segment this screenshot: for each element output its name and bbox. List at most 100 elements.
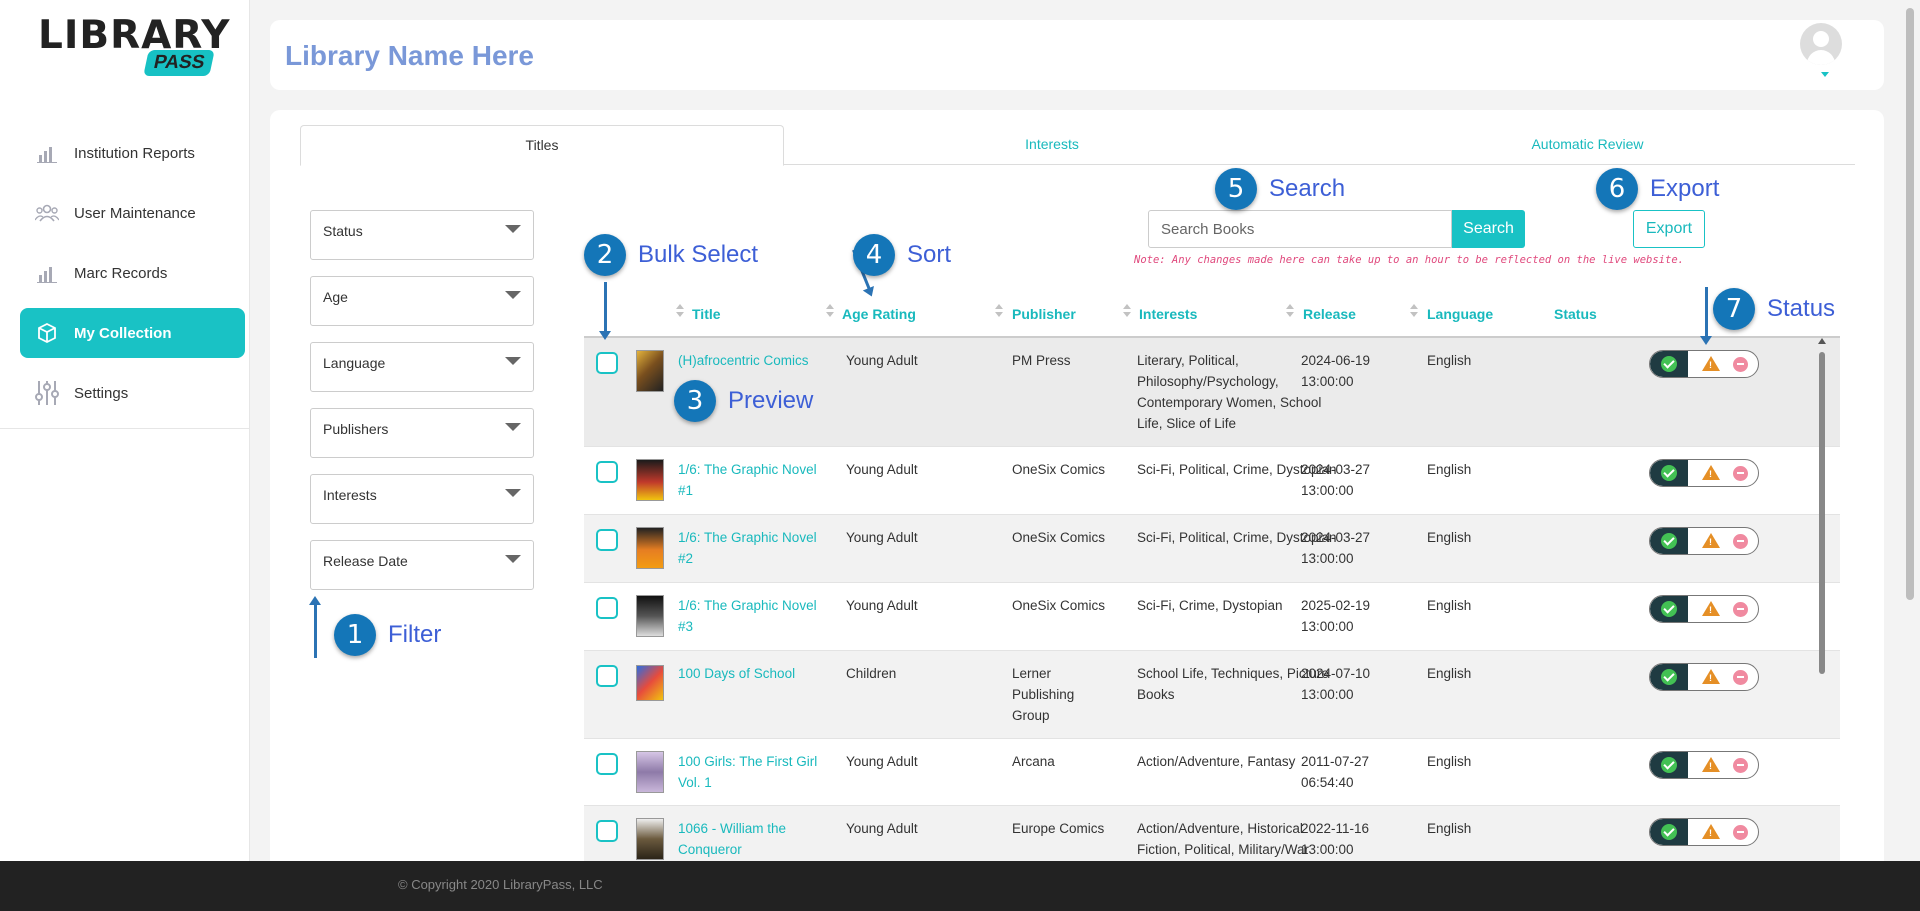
filter-publishers[interactable]: Publishers [310,408,534,458]
cover-thumbnail[interactable] [636,595,664,637]
row-checkbox[interactable] [596,753,618,775]
filter-interests[interactable]: Interests [310,474,534,524]
row-checkbox[interactable] [596,529,618,551]
tab-automatic-review[interactable]: Automatic Review [1320,125,1855,165]
page-scrollbar[interactable] [1906,8,1914,600]
check-circle-icon[interactable] [1661,669,1677,685]
filter-label: Age [323,289,348,305]
age-rating: Children [846,666,897,681]
sort-icon[interactable] [1123,304,1131,320]
row-checkbox[interactable] [596,820,618,842]
titles-table: Title Age Rating Publisher Interests Rel… [584,294,1840,866]
sort-icon[interactable] [676,304,684,320]
title-link[interactable]: 100 Days of School [678,663,828,684]
title-link[interactable]: 1066 - William the Conqueror [678,818,828,860]
row-checkbox[interactable] [596,597,618,619]
sidebar-item-user-maintenance[interactable]: User Maintenance [20,188,245,238]
language: English [1427,821,1472,836]
column-interests[interactable]: Interests [1139,306,1197,322]
title-link[interactable]: (H)afrocentric Comics [678,350,828,371]
minus-circle-icon[interactable] [1733,466,1748,481]
search-button[interactable]: Search [1452,210,1525,248]
status-toggle[interactable]: ! [1649,751,1759,779]
check-circle-icon[interactable] [1661,824,1677,840]
title-link[interactable]: 1/6: The Graphic Novel #2 [678,527,828,569]
filter-language[interactable]: Language [310,342,534,392]
tab-titles[interactable]: Titles [300,125,784,166]
check-circle-icon[interactable] [1661,465,1677,481]
table-row: 1/6: The Graphic Novel #3 Young Adult On… [584,583,1840,651]
tab-interests[interactable]: Interests [784,125,1320,165]
status-toggle[interactable]: ! [1649,527,1759,555]
cover-thumbnail[interactable] [636,665,664,701]
sort-icon[interactable] [1286,304,1294,320]
sort-icon[interactable] [995,304,1003,320]
export-button[interactable]: Export [1633,210,1705,248]
title-link[interactable]: 100 Girls: The First Girl Vol. 1 [678,751,828,793]
table-scrollbar[interactable] [1816,338,1828,868]
release: 2024-06-19 13:00:00 [1301,350,1370,392]
sort-icon[interactable] [1410,304,1418,320]
table-row: 1066 - William the Conqueror Young Adult… [584,806,1840,866]
status-toggle[interactable]: ! [1649,459,1759,487]
scroll-up-icon[interactable] [1818,338,1826,344]
check-circle-icon[interactable] [1661,757,1677,773]
publisher: PM Press [1012,353,1071,368]
age-rating: Young Adult [846,598,918,613]
release: 2024-03-27 13:00:00 [1301,527,1370,569]
page-header: Library Name Here [270,20,1884,90]
sliders-icon [34,381,60,405]
row-checkbox[interactable] [596,665,618,687]
publisher: Arcana [1012,754,1055,769]
check-circle-icon[interactable] [1661,356,1677,372]
minus-circle-icon[interactable] [1733,758,1748,773]
sidebar-item-settings[interactable]: Settings [20,368,245,418]
release-time: 13:00:00 [1301,687,1354,702]
sort-icon[interactable] [826,304,834,320]
cover-thumbnail[interactable] [636,818,664,860]
title-link[interactable]: 1/6: The Graphic Novel #3 [678,595,828,637]
release-time: 13:00:00 [1301,374,1354,389]
sidebar-item-my-collection[interactable]: My Collection [20,308,245,358]
copyright: © Copyright 2020 LibraryPass, LLC [398,877,603,892]
minus-circle-icon[interactable] [1733,602,1748,617]
chevron-down-icon [505,489,521,497]
chevron-down-icon[interactable] [1821,72,1829,77]
column-language[interactable]: Language [1427,306,1493,322]
sidebar-item-institution-reports[interactable]: Institution Reports [20,128,245,178]
column-title[interactable]: Title [692,306,721,322]
release-time: 13:00:00 [1301,842,1354,857]
search-input[interactable] [1148,210,1452,248]
check-circle-icon[interactable] [1661,601,1677,617]
sidebar-item-marc-records[interactable]: Marc Records [20,248,245,298]
column-release[interactable]: Release [1303,306,1356,322]
cover-thumbnail[interactable] [636,459,664,501]
scroll-thumb[interactable] [1819,352,1825,674]
column-status[interactable]: Status [1554,306,1597,322]
column-publisher[interactable]: Publisher [1012,306,1076,322]
row-checkbox[interactable] [596,352,618,374]
minus-circle-icon[interactable] [1733,670,1748,685]
release-time: 13:00:00 [1301,551,1354,566]
status-toggle[interactable]: ! [1649,350,1759,378]
minus-circle-icon[interactable] [1733,825,1748,840]
filter-age[interactable]: Age [310,276,534,326]
status-toggle[interactable]: ! [1649,595,1759,623]
avatar[interactable] [1800,23,1842,65]
status-toggle[interactable]: ! [1649,818,1759,846]
minus-circle-icon[interactable] [1733,534,1748,549]
filter-release-date[interactable]: Release Date [310,540,534,590]
cover-thumbnail[interactable] [636,527,664,569]
librarypass-logo[interactable]: LIBRARY PASS [38,16,229,82]
minus-circle-icon[interactable] [1733,357,1748,372]
title-link[interactable]: 1/6: The Graphic Novel #1 [678,459,828,501]
filter-label: Interests [323,487,377,503]
check-circle-icon[interactable] [1661,533,1677,549]
column-age-rating[interactable]: Age Rating [842,306,916,322]
cover-thumbnail[interactable] [636,751,664,793]
cover-thumbnail[interactable] [636,350,664,392]
status-toggle[interactable]: ! [1649,663,1759,691]
filter-status[interactable]: Status [310,210,534,260]
release-date: 2024-07-10 [1301,666,1371,681]
row-checkbox[interactable] [596,461,618,483]
